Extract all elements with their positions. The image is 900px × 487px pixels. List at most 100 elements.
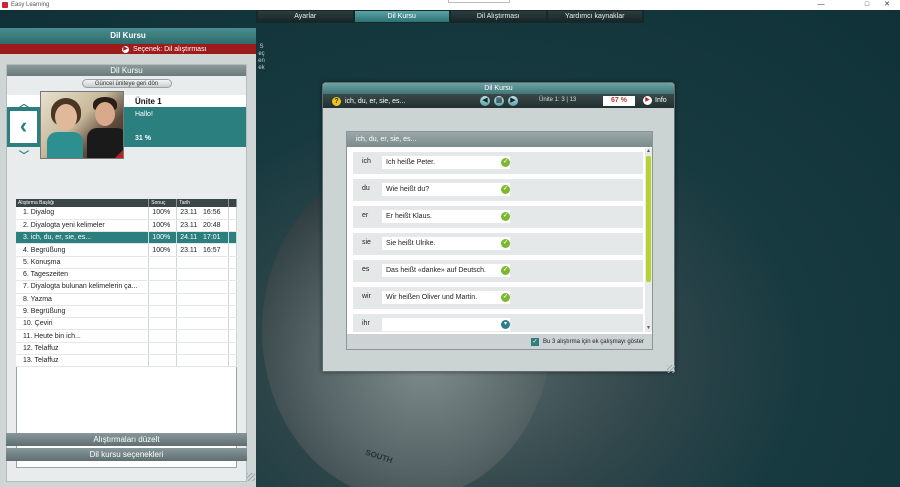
check-icon: ✓: [501, 185, 510, 194]
scrollbar[interactable]: ▲ ▼: [645, 148, 652, 332]
info-button[interactable]: ▶ Info: [643, 96, 667, 105]
table-row[interactable]: 7. Diyalogta bulunan kelimelerin ça...: [16, 280, 237, 294]
table-row[interactable]: 12. Telaffuz: [16, 342, 237, 356]
table-row[interactable]: 1. Diyalog 100% 23.11 16:56: [16, 207, 237, 220]
chevron-up-icon[interactable]: ︿: [19, 95, 29, 110]
exercise-title-cell: 3. ich, du, er, sie, es...: [16, 231, 150, 245]
inner-title: Dil Kursu: [7, 65, 246, 76]
exercise-table: Alıştırma Başlığı Sonuç Tarih 1. Diyalog…: [16, 199, 237, 368]
answer-row: ihr ▾: [353, 314, 643, 332]
exercise-extra-cell: [228, 280, 237, 294]
exercise-result-cell: [148, 280, 178, 294]
answer-row: er Er heißt Klaus. ✓: [353, 206, 643, 228]
table-row[interactable]: 8. Yazma: [16, 293, 237, 306]
col-header-result[interactable]: Sonuç: [148, 199, 178, 207]
overview-icon[interactable]: ▦: [494, 96, 504, 106]
arrow-right-icon: ▶: [122, 45, 129, 53]
pronoun-label: du: [362, 185, 370, 192]
pronoun-label: es: [362, 266, 370, 273]
exercise-result-cell: 100%: [148, 231, 178, 245]
tab-settings[interactable]: Ayarlar: [258, 11, 353, 22]
table-row[interactable]: 9. Begrüßung: [16, 305, 237, 319]
table-row[interactable]: 11. Heute bin ich...: [16, 329, 237, 343]
scroll-down-icon[interactable]: ▼: [645, 325, 652, 332]
exercise-extra-cell: [228, 354, 237, 368]
answer-input[interactable]: Wir heißen Oliver und Martin.: [382, 291, 510, 304]
table-row[interactable]: 4. Begrüßung 100% 23.11 16:57: [16, 243, 237, 257]
exercise-date-cell: [176, 342, 230, 356]
course-panel: Dil Kursu ▶ Seçenek: Dil alıştırması Dil…: [0, 28, 256, 487]
progress-percentage: 67 %: [603, 96, 635, 106]
thumbnail-figure: [95, 102, 115, 126]
exercise-body: ich, du, er, sie, es... ich Ich heiße Pet…: [346, 131, 653, 350]
close-button[interactable]: ✕: [872, 0, 900, 10]
resize-grip[interactable]: [247, 473, 255, 481]
options-side-tab[interactable]: Seçenek: [258, 44, 265, 98]
table-row[interactable]: 2. Diyalogta yeni kelimeler 100% 23.11 20:…: [16, 219, 237, 233]
exercise-title-cell: 11. Heute bin ich...: [16, 329, 150, 343]
answer-input[interactable]: [382, 318, 510, 331]
answer-row: ich Ich heiße Peter. ✓: [353, 152, 643, 174]
extra-practice-checkbox[interactable]: ✓: [530, 337, 539, 346]
exercise-result-cell: [148, 268, 178, 282]
pronoun-label: er: [362, 212, 369, 219]
answer-input[interactable]: Ich heiße Peter.: [382, 156, 510, 169]
exercise-date-cell: [176, 256, 230, 269]
answer-row: wir Wir heißen Oliver und Martin. ✓: [353, 287, 643, 309]
exercise-extra-cell: [228, 305, 237, 319]
exercise-title-cell: 1. Diyalog: [16, 207, 150, 220]
help-icon[interactable]: ?: [332, 96, 341, 106]
col-header-title[interactable]: Alıştırma Başlığı: [16, 199, 150, 207]
info-label: Info: [655, 97, 667, 104]
exercise-extra-cell: [228, 317, 237, 331]
next-icon[interactable]: ▶: [508, 96, 518, 106]
exercise-title: ich, du, er, sie, es...: [347, 132, 652, 147]
table-row[interactable]: 10. Çeviri: [16, 317, 237, 331]
previous-icon[interactable]: ◀: [480, 96, 490, 106]
scroll-up-icon[interactable]: ▲: [645, 148, 652, 155]
tab-language-course[interactable]: Dil Kursu: [354, 11, 449, 22]
exercise-extra-cell: [228, 342, 237, 356]
course-options-button[interactable]: Dil kursu seçenekleri: [6, 448, 247, 461]
answer-input[interactable]: Sie heißt Ulrike.: [382, 237, 510, 250]
answer-input[interactable]: Wie heißt du?: [382, 183, 510, 196]
option-label: Seçenek: Dil alıştırması: [133, 45, 207, 53]
answer-row: du Wie heißt du? ✓: [353, 179, 643, 201]
unit-thumbnail[interactable]: [40, 91, 124, 159]
exercise-title-cell: 4. Begrüßung: [16, 243, 150, 257]
table-row[interactable]: 5. Konuşma: [16, 256, 237, 269]
check-icon: ✓: [501, 212, 510, 221]
dialog-resize-grip[interactable]: [667, 365, 675, 373]
exercise-date-cell: 23.11 16:57: [176, 243, 230, 257]
check-icon: ✓: [501, 293, 510, 302]
pronoun-label: ihr: [362, 320, 370, 327]
check-icon: ✓: [501, 239, 510, 248]
exercise-extra-cell: [228, 329, 237, 343]
exercise-date-cell: [176, 268, 230, 282]
window-titlebar: Easy Learning — □ ✕: [0, 0, 900, 10]
exercise-date-cell: 23.11 16:56: [176, 207, 230, 220]
back-to-current-unit-button[interactable]: Güncel üniteye geri dön: [81, 79, 172, 88]
chevron-left-icon[interactable]: ‹: [10, 111, 37, 143]
titlebar-handle: [448, 0, 510, 3]
pronoun-label: ich: [362, 158, 371, 165]
scroll-thumb[interactable]: [646, 156, 651, 282]
minimize-button[interactable]: —: [806, 0, 836, 10]
answer-input[interactable]: Das heißt «danke» auf Deutsch.: [382, 264, 510, 277]
table-row[interactable]: 3. ich, du, er, sie, es... 100% 24.11 17:0…: [16, 231, 237, 245]
option-practice-button[interactable]: ▶ Seçenek: Dil alıştırması: [0, 44, 256, 54]
table-row[interactable]: 13. Telaffuz: [16, 354, 237, 368]
chevron-down-icon[interactable]: ﹀: [19, 147, 29, 162]
edit-exercises-button[interactable]: Alıştırmaları düzelt: [6, 433, 247, 446]
answer-input[interactable]: Er heißt Klaus.: [382, 210, 510, 223]
col-header-date[interactable]: Tarih: [176, 199, 230, 207]
tab-language-practice[interactable]: Dil Alıştırması: [451, 11, 546, 22]
unit-name: Ünite 1: [135, 97, 162, 106]
exercise-result-cell: [148, 329, 178, 343]
tab-resources[interactable]: Yardımcı kaynaklar: [547, 11, 642, 22]
check-answer-icon[interactable]: ▾: [501, 320, 510, 329]
exercise-footer: ✓ Bu 3 alıştırma için ek çalışmayı göste…: [347, 334, 652, 349]
exercise-date-cell: [176, 329, 230, 343]
exercise-date-cell: [176, 280, 230, 294]
table-row[interactable]: 6. Tageszeiten: [16, 268, 237, 282]
